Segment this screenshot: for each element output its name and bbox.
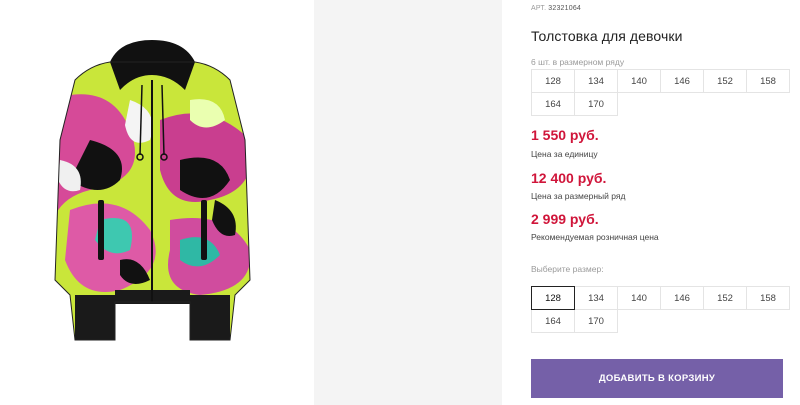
retail-price: 2 999 руб. xyxy=(531,211,599,227)
product-image-main[interactable] xyxy=(0,0,305,405)
hoodie-product-image xyxy=(54,40,251,341)
size-row-note: 6 шт. в размерном ряду xyxy=(531,57,625,67)
choose-size-label: Выберите размер: xyxy=(531,264,604,274)
size-row-cell: 134 xyxy=(574,69,618,93)
size-option[interactable]: 140 xyxy=(617,286,661,310)
size-option[interactable]: 164 xyxy=(531,309,575,333)
article-value: 32321064 xyxy=(548,5,582,12)
product-info-panel: АРТ. 32321064 Толстовка для девочки 6 шт.… xyxy=(531,0,793,405)
size-option-selected[interactable]: 128 xyxy=(531,286,575,310)
row-price: 12 400 руб. xyxy=(531,170,607,186)
article-label: АРТ. xyxy=(531,5,547,12)
size-row-cell: 158 xyxy=(746,69,790,93)
unit-price: 1 550 руб. xyxy=(531,127,599,143)
size-row-cell: 140 xyxy=(617,69,661,93)
size-option[interactable]: 170 xyxy=(574,309,618,333)
size-row-cell: 128 xyxy=(531,69,575,93)
row-price-label: Цена за размерный ряд xyxy=(531,191,626,201)
retail-price-label: Рекомендуемая розничная цена xyxy=(531,232,659,242)
add-to-cart-button[interactable]: ДОБАВИТЬ В КОРЗИНУ xyxy=(531,359,783,398)
article-number: АРТ. 32321064 xyxy=(531,5,581,12)
size-option[interactable]: 158 xyxy=(746,286,790,310)
size-row-cell: 164 xyxy=(531,92,575,116)
size-option[interactable]: 152 xyxy=(703,286,747,310)
size-row-cell: 146 xyxy=(660,69,704,93)
product-image-secondary[interactable] xyxy=(314,0,502,405)
product-title: Толстовка для девочки xyxy=(531,28,683,44)
size-option[interactable]: 146 xyxy=(660,286,704,310)
size-selector: 128 134 140 146 152 158 164 170 xyxy=(531,286,790,333)
size-option[interactable]: 134 xyxy=(574,286,618,310)
size-row-cell: 170 xyxy=(574,92,618,116)
unit-price-label: Цена за единицу xyxy=(531,149,598,159)
size-row-grid: 128 134 140 146 152 158 164 170 xyxy=(531,69,790,116)
size-row-cell: 152 xyxy=(703,69,747,93)
